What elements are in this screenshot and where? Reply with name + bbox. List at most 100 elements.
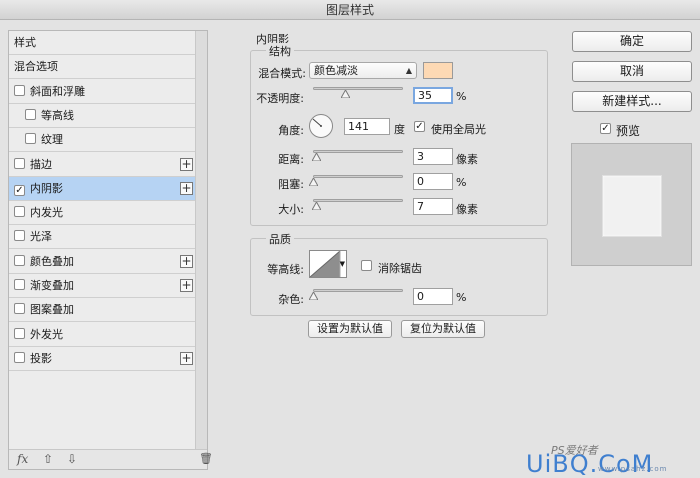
style-list-item-label: 内发光	[30, 206, 63, 220]
style-list-item[interactable]: 光泽	[9, 225, 196, 250]
blend-mode-value: 颜色减淡	[314, 64, 358, 77]
style-checkbox[interactable]	[14, 84, 25, 96]
noise-input[interactable]: 0	[413, 288, 453, 305]
fx-icon[interactable]: fx	[17, 452, 28, 466]
distance-slider-track[interactable]	[313, 150, 403, 153]
style-list-item-label: 光泽	[30, 230, 52, 244]
style-checkbox[interactable]	[14, 327, 25, 339]
style-list-item[interactable]: 等高线	[9, 104, 196, 128]
style-list-item-label: 等高线	[41, 108, 74, 122]
style-list-item-label: 样式	[14, 36, 36, 49]
size-unit: 像素	[456, 203, 478, 216]
style-list-item[interactable]: 内发光	[9, 201, 196, 226]
size-label: 大小:	[278, 203, 304, 216]
contour-picker[interactable]: ▼	[309, 250, 347, 278]
move-up-icon[interactable]: ⇧	[43, 452, 53, 466]
choke-slider-track[interactable]	[313, 175, 403, 178]
preview-label: 预览	[616, 124, 641, 138]
add-icon[interactable]: +	[180, 279, 193, 292]
noise-unit: %	[456, 291, 467, 304]
style-checkbox[interactable]	[25, 108, 36, 120]
style-list-item[interactable]: 投影 +	[9, 347, 196, 371]
blend-mode-select[interactable]: 颜色减淡 ▲	[309, 62, 417, 79]
window-titlebar: 图层样式	[0, 0, 700, 20]
watermark-logo: PS爱好者 UiBQ.CoM www.psahz.com	[526, 442, 696, 478]
size-input[interactable]: 7	[413, 198, 453, 215]
antialias-label: 消除锯齿	[378, 262, 422, 275]
preview-thumbnail	[571, 143, 692, 266]
style-checkbox[interactable]	[14, 254, 25, 266]
size-slider-track[interactable]	[313, 199, 403, 202]
blend-mode-label: 混合模式:	[258, 67, 306, 80]
style-checkbox[interactable]	[14, 206, 25, 218]
reset-default-button[interactable]: 复位为默认值	[401, 320, 485, 338]
style-checkbox[interactable]	[25, 133, 36, 145]
global-light-checkbox[interactable]: ✓	[414, 121, 425, 132]
style-checkbox[interactable]	[14, 303, 25, 315]
noise-label: 杂色:	[278, 293, 304, 306]
structure-group-title: 结构	[266, 43, 294, 59]
style-checkbox[interactable]	[14, 351, 25, 363]
style-list-item-label: 斜面和浮雕	[30, 84, 85, 98]
antialias-checkbox[interactable]	[361, 260, 372, 271]
distance-slider-thumb[interactable]	[311, 153, 321, 161]
style-list-item[interactable]: 渐变叠加 +	[9, 274, 196, 298]
ok-button[interactable]: 确定	[572, 31, 692, 52]
opacity-slider-thumb[interactable]	[340, 90, 350, 98]
style-checkbox[interactable]: ✓	[14, 184, 25, 196]
angle-unit: 度	[394, 123, 405, 136]
add-icon[interactable]: +	[180, 157, 193, 171]
style-checkbox[interactable]	[14, 230, 25, 242]
quality-group-title: 品质	[266, 231, 294, 247]
angle-label: 角度:	[278, 124, 304, 137]
distance-unit: 像素	[456, 153, 478, 166]
angle-input[interactable]: 141	[344, 118, 390, 135]
style-list-item-label: 内阴影	[30, 181, 63, 195]
style-list-footer: fx ⇧ ⇩ 🗑	[9, 449, 213, 469]
opacity-input[interactable]: 35	[413, 87, 453, 104]
new-style-button[interactable]: 新建样式...	[572, 91, 692, 112]
watermark-sub-text: www.psahz.com	[598, 465, 668, 473]
shadow-color-swatch[interactable]	[423, 62, 453, 79]
preview-checkbox[interactable]: ✓	[600, 123, 611, 134]
style-list-item[interactable]: 纹理	[9, 128, 196, 153]
style-list-scrollbar[interactable]	[195, 31, 207, 449]
choke-unit: %	[456, 176, 467, 189]
style-list-item[interactable]: 斜面和浮雕	[9, 80, 196, 104]
add-icon[interactable]: +	[180, 254, 193, 268]
style-list-item[interactable]: 混合选项	[9, 55, 196, 80]
watermark-main-text: UiBQ.CoM	[526, 450, 654, 478]
style-list-item[interactable]: 描边 +	[9, 153, 196, 177]
style-list-item[interactable]: 外发光	[9, 323, 196, 347]
move-down-icon[interactable]: ⇩	[67, 452, 77, 466]
choke-input[interactable]: 0	[413, 173, 453, 190]
size-slider-thumb[interactable]	[311, 202, 321, 210]
style-list-item-label: 图案叠加	[30, 303, 74, 317]
style-list-item-label: 投影	[30, 351, 52, 365]
choke-slider-thumb[interactable]	[309, 178, 318, 186]
opacity-label: 不透明度:	[256, 92, 304, 105]
style-list-item-label: 纹理	[41, 133, 63, 147]
noise-slider-thumb[interactable]	[309, 292, 318, 300]
style-list-item[interactable]: 样式	[9, 31, 196, 55]
style-list-item-label: 外发光	[30, 327, 63, 341]
style-checkbox[interactable]	[14, 279, 25, 290]
style-checkbox[interactable]	[14, 157, 25, 169]
style-list-item[interactable]: 颜色叠加 +	[9, 250, 196, 274]
chevron-down-icon: ▼	[339, 260, 345, 268]
angle-dial[interactable]	[309, 114, 333, 138]
noise-slider-track[interactable]	[313, 289, 403, 292]
distance-input[interactable]: 3	[413, 148, 453, 165]
make-default-button[interactable]: 设置为默认值	[308, 320, 392, 338]
cancel-button[interactable]: 取消	[572, 61, 692, 82]
trash-icon[interactable]: 🗑	[199, 452, 213, 465]
preview-swatch	[602, 175, 662, 237]
add-icon[interactable]: +	[180, 351, 193, 365]
style-list-item-label: 颜色叠加	[30, 254, 74, 268]
opacity-slider-track[interactable]	[313, 87, 403, 90]
choke-label: 阻塞:	[278, 178, 304, 191]
add-icon[interactable]: +	[180, 181, 193, 195]
style-list-item[interactable]: 图案叠加	[9, 298, 196, 323]
opacity-unit: %	[456, 90, 467, 103]
style-list-item[interactable]: ✓ 内阴影 +	[9, 176, 196, 201]
